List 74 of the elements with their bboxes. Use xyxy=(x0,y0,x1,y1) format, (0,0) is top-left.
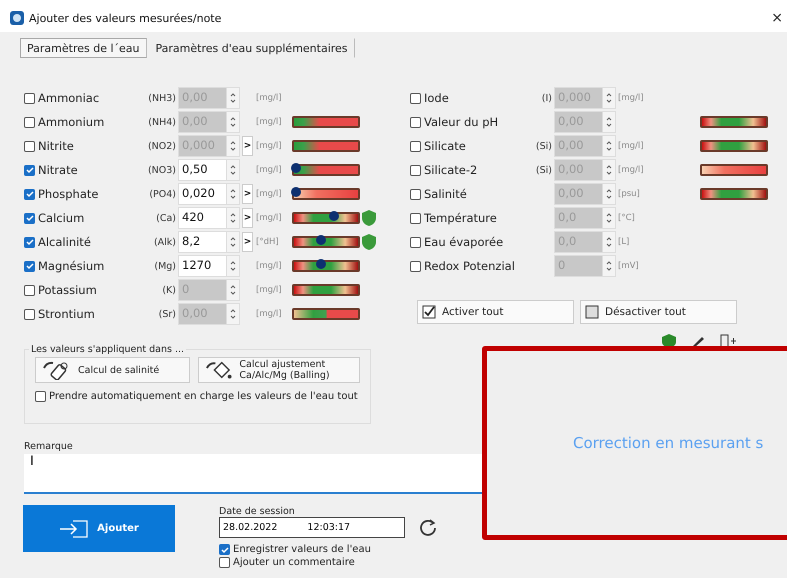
formula-label: (Mg) xyxy=(153,260,176,272)
parameter-label: Alcalinité xyxy=(38,235,91,249)
option-label: Prendre automatiquement en charge les valeurs de l'eau tout xyxy=(49,391,358,402)
toggle-all-button[interactable]: Activer tout xyxy=(417,300,574,324)
unit-label: [mg/l] xyxy=(256,93,283,103)
value-field[interactable]: 0,020 xyxy=(178,183,240,205)
formula-label: (Alk) xyxy=(152,236,176,248)
formula-label: (NH3) xyxy=(147,92,176,104)
value-field[interactable]: 8,2 xyxy=(178,231,240,253)
date-time-field[interactable]: 28.02.2022 12:03:17 xyxy=(219,517,405,538)
unit-label: [mg/l] xyxy=(256,261,283,271)
details-button[interactable]: > xyxy=(242,208,253,228)
unit-label: [mg/l] xyxy=(256,141,283,151)
calculator-button[interactable]: Calcul de salinité xyxy=(35,357,190,383)
add-button[interactable]: Ajouter xyxy=(23,505,175,552)
parameter-label: Iode xyxy=(424,91,449,105)
tab[interactable]: Paramètres d'eau supplémentaires xyxy=(148,38,355,58)
parameter-label: Nitrite xyxy=(38,139,74,153)
toggle-all-button[interactable]: Désactiver tout xyxy=(580,300,737,324)
parameter-label: Calcium xyxy=(38,211,84,225)
unit-label: [mg/l] xyxy=(256,309,283,319)
unit-label: [°C] xyxy=(618,213,636,223)
unit-label: [L] xyxy=(618,237,630,247)
parameter-label: Valeur du pH xyxy=(424,115,498,129)
unit-label: [mg/l] xyxy=(618,141,645,151)
unit-label: [mg/l] xyxy=(618,165,645,175)
parameter-label: Eau évaporée xyxy=(424,235,504,249)
formula-label: (NH4) xyxy=(147,116,176,128)
unit-label: [mg/l] xyxy=(618,93,645,103)
value-field[interactable]: 1270 xyxy=(178,255,240,277)
unit-label: [mg/l] xyxy=(256,117,283,127)
formula-label: (Ca) xyxy=(155,212,176,224)
parameter-label: Magnésium xyxy=(38,259,104,273)
window-title: Ajouter des valeurs mesurées/note xyxy=(29,12,222,24)
close-button[interactable]: × xyxy=(771,10,787,26)
unit-label: [mg/l] xyxy=(256,213,283,223)
details-button[interactable]: > xyxy=(242,232,253,252)
parameter-label: Nitrate xyxy=(38,163,78,177)
formula-label: (NO2) xyxy=(146,140,176,152)
parameter-label: Ammonium xyxy=(38,115,104,129)
parameter-label: Strontium xyxy=(38,307,95,321)
formula-label: (I) xyxy=(540,92,552,104)
session-label: Date de session xyxy=(219,506,296,517)
unit-label: [mg/l] xyxy=(256,165,283,175)
remark-label: Remarque xyxy=(24,441,73,452)
tab[interactable]: Paramètres de l´eau xyxy=(20,38,146,58)
unit-label: [mg/l] xyxy=(256,189,283,199)
formula-label: (Si) xyxy=(534,140,552,152)
formula-label: (PO4) xyxy=(148,188,176,200)
unit-label: [mV] xyxy=(618,261,640,271)
parameter-label: Silicate-2 xyxy=(424,163,478,177)
formula-label: (Si) xyxy=(534,164,552,176)
formula-label: (K) xyxy=(161,284,176,296)
value-field[interactable]: 420 xyxy=(178,207,240,229)
unit-label: [°dH] xyxy=(256,237,280,247)
formula-label: (Sr) xyxy=(158,308,176,320)
popup-message: Correction en mesurant s xyxy=(573,434,764,452)
calculator-button[interactable]: Calcul ajustement Ca/Alc/Mg (Balling) xyxy=(198,357,360,383)
parameter-label: Silicate xyxy=(424,139,466,153)
parameter-label: Température xyxy=(424,211,497,225)
unit-label: [mg/l] xyxy=(256,285,283,295)
value-field[interactable]: 0,50 xyxy=(178,159,240,181)
parameter-label: Potassium xyxy=(38,283,97,297)
parameter-label: Ammoniac xyxy=(38,91,100,105)
group-title: Les valeurs s'appliquent dans ... xyxy=(30,344,186,355)
details-button[interactable]: > xyxy=(242,136,253,156)
details-button[interactable]: > xyxy=(242,184,253,204)
unit-label: [psu] xyxy=(618,189,641,199)
option-label: Enregistrer valeurs de l'eau xyxy=(233,544,371,555)
formula-label: (NO3) xyxy=(146,164,176,176)
option-label: Ajouter un commentaire xyxy=(233,557,355,568)
parameter-label: Salinité xyxy=(424,187,467,201)
parameter-label: Redox Potenzial xyxy=(424,259,515,273)
parameter-label: Phosphate xyxy=(38,187,98,201)
